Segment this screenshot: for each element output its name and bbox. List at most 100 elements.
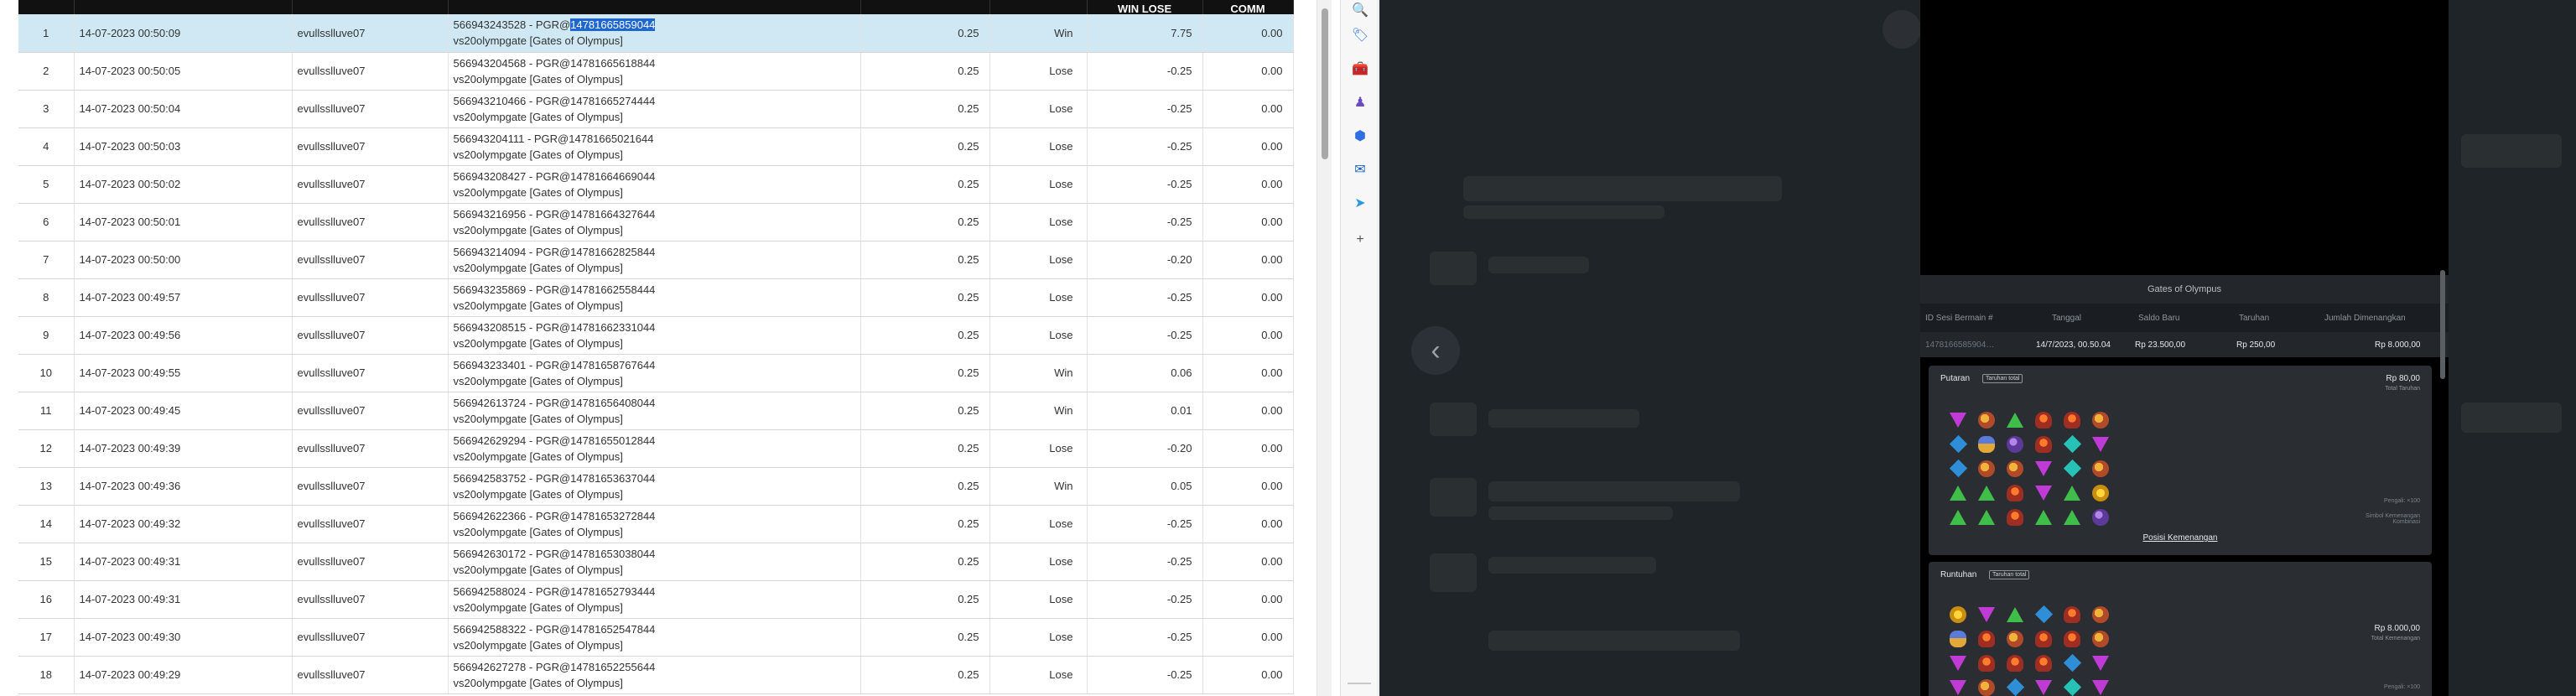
table-row[interactable]: 5 14-07-2023 00:50:02 evullsslluve07 566943… — [18, 165, 1294, 204]
search-icon[interactable]: 🔍 — [1350, 0, 1370, 20]
row-comm: 0.00 — [1202, 127, 1294, 166]
row-bet: 0.25 — [860, 52, 990, 91]
row-bet: 0.25 — [860, 467, 990, 506]
row-description: 566943235869 - PGR@14781662558444 vs20oly… — [448, 278, 861, 317]
row-number: 15 — [18, 543, 75, 581]
row-result: Lose — [989, 278, 1088, 317]
row-ref: 566942613724 - PGR@14781656408044 — [453, 396, 656, 409]
row-ref: 566942627278 - PGR@14781652255644 — [453, 660, 656, 673]
row-game: vs20olympgate [Gates of Olympus] — [453, 412, 623, 425]
row-bet: 0.25 — [860, 278, 990, 317]
tumble-symbol-grid — [1944, 602, 2115, 696]
row-comm: 0.00 — [1202, 316, 1294, 355]
symbol-tri-green-icon — [2058, 480, 2086, 505]
table-row[interactable]: 7 14-07-2023 00:50:00 evullsslluve07 566943… — [18, 241, 1294, 279]
row-number: 12 — [18, 429, 75, 468]
row-win-lose: -0.25 — [1087, 52, 1203, 91]
row-win-lose: -0.25 — [1087, 543, 1203, 581]
row-description: 566942627278 - PGR@14781652255644 vs20oly… — [448, 656, 861, 694]
symbol-cup-icon — [2001, 480, 2029, 505]
row-ref: 566942622366 - PGR@14781653272844 — [453, 509, 656, 522]
spin-amount: Rp 80,00 — [2386, 374, 2420, 383]
table-row[interactable]: 6 14-07-2023 00:50:01 evullsslluve07 566943… — [18, 203, 1294, 242]
table-row[interactable]: 15 14-07-2023 00:49:31 evullsslluve07 56694… — [18, 543, 1294, 581]
outlook-icon[interactable]: ✉ — [1350, 159, 1370, 179]
row-game: vs20olympgate [Gates of Olympus] — [453, 600, 623, 614]
col-date: Tanggal — [2052, 313, 2082, 323]
col-session-id: ID Sesi Bermain # — [1925, 313, 1993, 323]
row-description: 566943204111 - PGR@14781665021644 vs20oly… — [448, 127, 861, 166]
row-bet: 0.25 — [860, 203, 990, 242]
bet-history-pane: WIN LOSE COMM 1 14-07-2023 00:50:09 evulls… — [0, 0, 1332, 696]
symbol-dia-blue-icon — [2001, 675, 2029, 696]
header-comm: COMM — [1202, 0, 1294, 14]
row-comm: 0.00 — [1202, 354, 1294, 392]
history-title: Gates of Olympus — [1920, 275, 2449, 304]
table-scrollbar[interactable] — [1317, 0, 1332, 696]
table-row[interactable]: 10 14-07-2023 00:49:55 evullsslluve07 56694… — [18, 354, 1294, 392]
symbol-cup-icon — [2029, 651, 2058, 675]
row-game: vs20olympgate [Gates of Olympus] — [453, 449, 623, 463]
history-scrollbar[interactable] — [2440, 270, 2445, 379]
row-bet: 0.25 — [860, 241, 990, 279]
header-bet — [860, 0, 990, 14]
symbol-tri-green-icon — [2001, 408, 2029, 432]
row-game: vs20olympgate [Gates of Olympus] — [453, 148, 623, 161]
table-row[interactable]: 1 14-07-2023 00:50:09 evullsslluve07 566943… — [18, 14, 1294, 53]
symbol-cup-icon — [1972, 651, 2001, 675]
table-row[interactable]: 14 14-07-2023 00:49:32 evullsslluve07 56694… — [18, 505, 1294, 543]
table-row[interactable]: 9 14-07-2023 00:49:56 evullsslluve07 566943… — [18, 316, 1294, 355]
row-user: evullsslluve07 — [292, 14, 449, 53]
row-game: vs20olympgate [Gates of Olympus] — [453, 374, 623, 387]
tumble-tag: Taruhan total — [1989, 570, 2030, 579]
copilot-icon[interactable]: ⬢ — [1350, 126, 1370, 146]
ghost-button — [2461, 403, 2562, 433]
tag-icon[interactable]: 🏷 — [1350, 25, 1370, 45]
row-number: 5 — [18, 165, 75, 204]
row-game: vs20olympgate [Gates of Olympus] — [453, 525, 623, 538]
row-result: Win — [989, 14, 1088, 53]
table-header-row: WIN LOSE COMM — [18, 0, 1294, 14]
row-game: vs20olympgate [Gates of Olympus] — [453, 563, 623, 576]
row-number: 6 — [18, 203, 75, 242]
row-result: Lose — [989, 90, 1088, 128]
table-row[interactable]: 3 14-07-2023 00:50:04 evullsslluve07 566943… — [18, 90, 1294, 128]
row-number: 10 — [18, 354, 75, 392]
table-row[interactable]: 16 14-07-2023 00:49:31 evullsslluve07 56694… — [18, 580, 1294, 619]
back-button[interactable]: ‹ — [1411, 326, 1460, 375]
table-row[interactable]: 13 14-07-2023 00:49:36 evullsslluve07 56694… — [18, 467, 1294, 506]
row-win-lose: 7.75 — [1087, 14, 1203, 53]
symbol-ring-icon — [2086, 456, 2115, 480]
row-game: vs20olympgate [Gates of Olympus] — [453, 34, 623, 48]
history-value-row[interactable]: 1478166585904… 14/7/2023, 00.50.04 Rp 23… — [1920, 332, 2449, 357]
winning-positions-link[interactable]: Posisi Kemenangan — [1929, 533, 2432, 543]
send-icon[interactable]: ➤ — [1350, 193, 1370, 213]
val-amount-won: Rp 8.000,00 — [2375, 340, 2421, 350]
row-win-lose: 0.01 — [1087, 392, 1203, 430]
table-row[interactable]: 2 14-07-2023 00:50:05 evullsslluve07 566943… — [18, 52, 1294, 91]
plus-icon[interactable]: + — [1350, 230, 1370, 250]
table-scrollbar-thumb[interactable] — [1322, 8, 1328, 159]
row-comm: 0.00 — [1202, 505, 1294, 543]
person-chess-icon[interactable]: ♟ — [1350, 92, 1370, 112]
col-amount-won: Jumlah Dimenangkan — [2324, 313, 2406, 323]
symbol-cup-icon — [2058, 408, 2086, 432]
symbol-tri-purple-icon — [2086, 432, 2115, 456]
table-row[interactable]: 11 14-07-2023 00:49:45 evullsslluve07 56694… — [18, 392, 1294, 430]
row-result: Lose — [989, 580, 1088, 619]
table-row[interactable]: 4 14-07-2023 00:50:03 evullsslluve07 566943… — [18, 127, 1294, 166]
table-row[interactable]: 17 14-07-2023 00:49:30 evullsslluve07 56694… — [18, 618, 1294, 657]
table-row[interactable]: 8 14-07-2023 00:49:57 evullsslluve07 566943… — [18, 278, 1294, 317]
row-ref: 566942629294 - PGR@14781655012844 — [453, 434, 656, 447]
row-date: 14-07-2023 00:49:56 — [74, 316, 293, 355]
table-row[interactable]: 18 14-07-2023 00:49:29 evullsslluve07 56694… — [18, 656, 1294, 694]
toolbox-icon[interactable]: 🧰 — [1350, 59, 1370, 79]
val-new-balance: Rp 23.500,00 — [2135, 340, 2186, 350]
ghost-avatar — [1883, 10, 1921, 49]
row-game: vs20olympgate [Gates of Olympus] — [453, 223, 623, 236]
symbol-crown-icon — [2086, 480, 2115, 505]
table-row[interactable]: 12 14-07-2023 00:49:39 evullsslluve07 56694… — [18, 429, 1294, 468]
row-bet: 0.25 — [860, 429, 990, 468]
row-win-lose: -0.25 — [1087, 316, 1203, 355]
row-comm: 0.00 — [1202, 392, 1294, 430]
